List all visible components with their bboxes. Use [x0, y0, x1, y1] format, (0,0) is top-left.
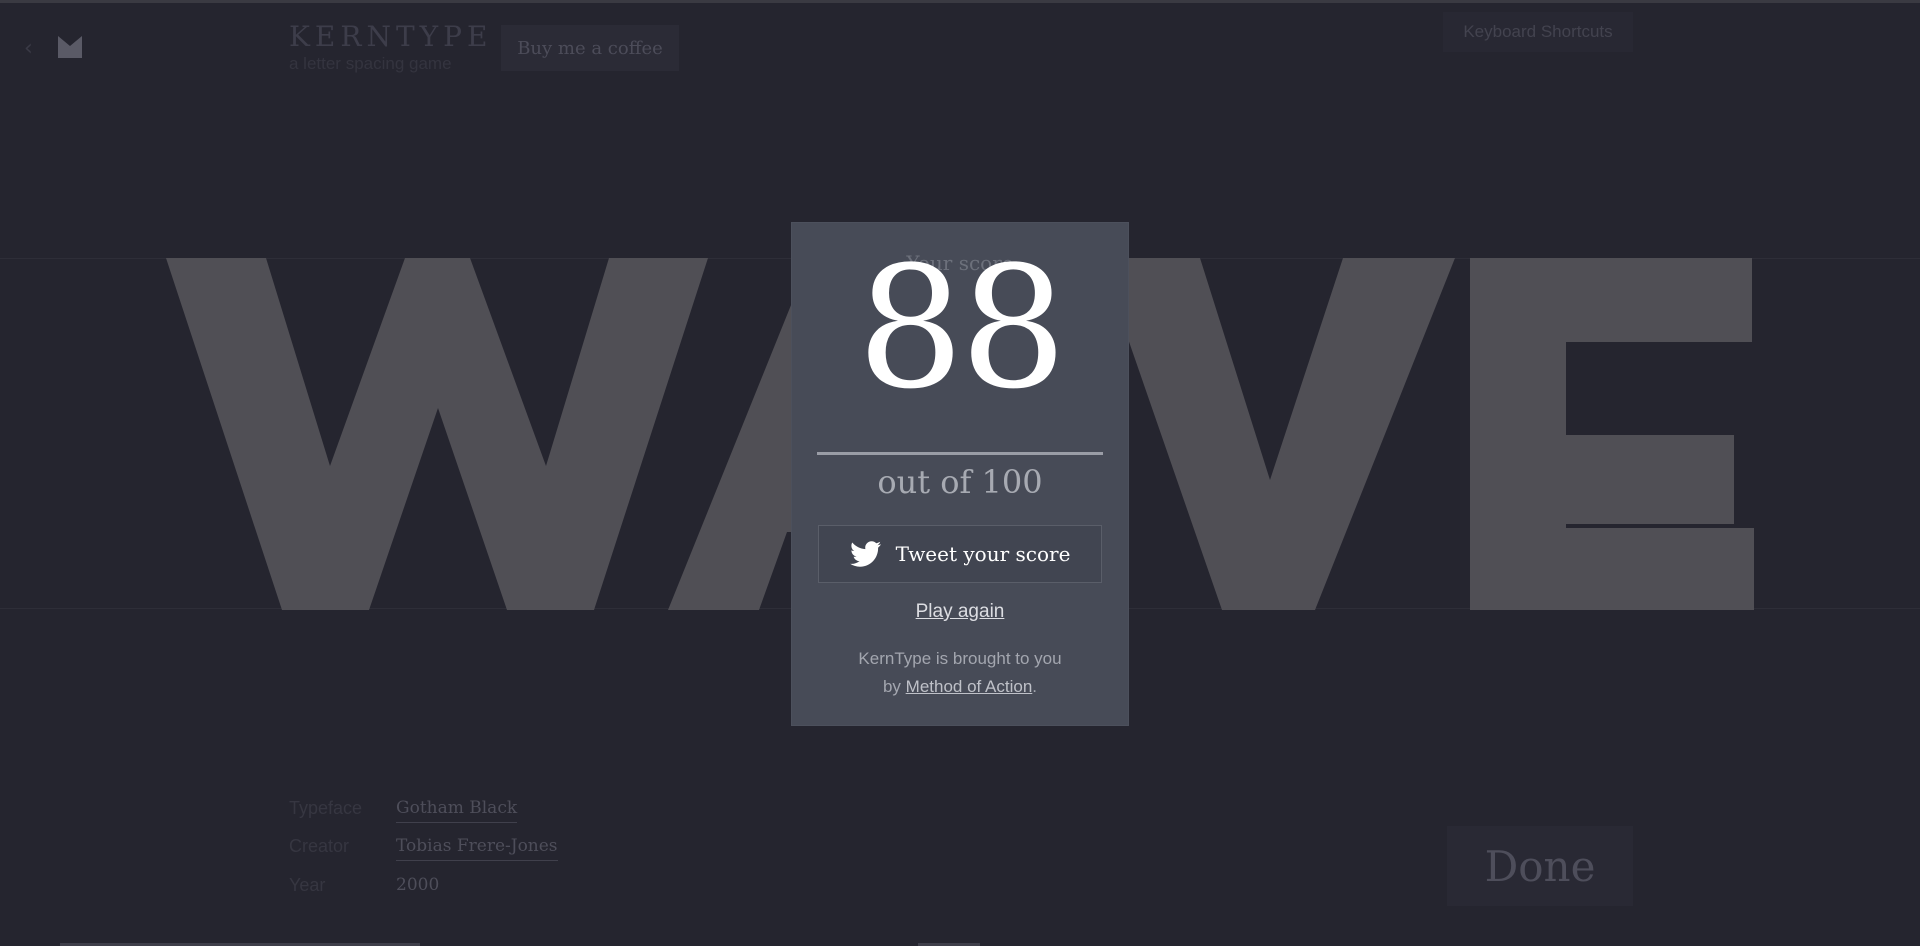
year-label: Year [289, 875, 326, 895]
creator-value-link[interactable]: Tobias Frere-Jones [396, 836, 558, 861]
credit-suffix: . [1032, 677, 1038, 696]
done-button[interactable]: Done [1447, 826, 1633, 906]
kerntype-page: ‹ KERNTYPE a letter spacing game Buy me … [0, 0, 1920, 946]
credit-text: KernType is brought to you by Method of … [792, 645, 1128, 701]
credit-line-1: KernType is brought to you [858, 649, 1062, 668]
tweet-score-label: Tweet your score [895, 542, 1071, 566]
creator-label: Creator [289, 836, 350, 856]
score-divider [817, 452, 1103, 455]
score-out-of: out of 100 [877, 463, 1043, 501]
typeface-value-link[interactable]: Gotham Black [396, 798, 518, 823]
typeface-label: Typeface [289, 798, 363, 818]
letter-e[interactable] [1470, 258, 1754, 610]
twitter-bird-icon [849, 541, 881, 567]
year-value: 2000 [396, 875, 440, 895]
score-modal: Your score 88 out of 100 Tweet your scor… [792, 223, 1128, 725]
play-again-link[interactable]: Play again [792, 601, 1128, 623]
letter-v[interactable] [1100, 258, 1455, 610]
method-of-action-link[interactable]: Method of Action [906, 677, 1033, 696]
credit-line-2: by Method of Action. [792, 673, 1128, 701]
letter-w[interactable] [166, 258, 708, 610]
score-value: 88 [857, 230, 1067, 426]
tweet-score-button[interactable]: Tweet your score [818, 525, 1102, 583]
credit-by: by [882, 677, 901, 696]
